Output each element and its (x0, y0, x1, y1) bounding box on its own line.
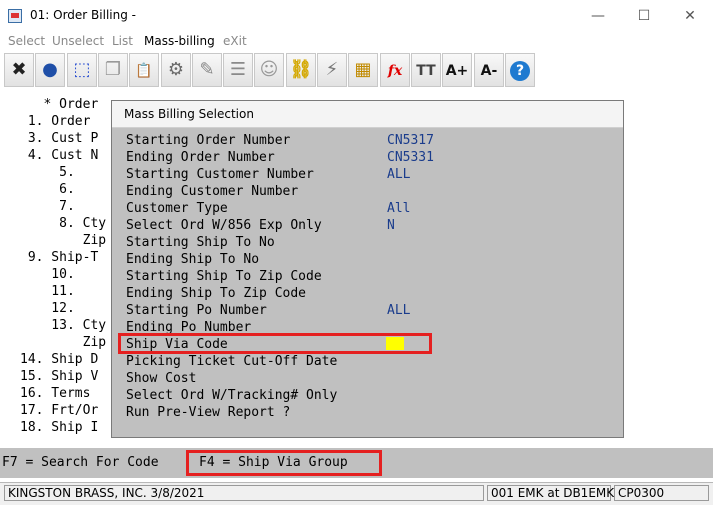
background-field-line: 18. Ship I (20, 420, 99, 435)
calendar-button[interactable]: ▦ (348, 53, 378, 87)
background-field-line: 9. Ship-T (20, 250, 99, 265)
field-value[interactable]: N (387, 217, 395, 234)
toolbar: ✖ ● ⬚ ❐ 📋 ⚙ ✎ ☰ ☺ ⛓ ⚡ ▦ fx TT A+ A-? (0, 52, 713, 90)
dialog-title: Mass Billing Selection (124, 107, 254, 121)
users-icon: ☺ (259, 59, 279, 80)
list-button[interactable]: ☰ (223, 53, 253, 87)
background-field-line: 15. Ship V (20, 369, 99, 384)
font-size-button[interactable]: TT (411, 53, 441, 87)
function-button[interactable]: fx (380, 53, 410, 87)
field-value[interactable]: CN5331 (387, 149, 434, 166)
copy-button[interactable]: ❐ (98, 53, 128, 87)
background-field-line: Zip (20, 335, 107, 350)
select-box-icon: ⬚ (73, 59, 91, 80)
field-value[interactable]: CN5317 (387, 132, 434, 149)
field-label: Starting Ship To Zip Code (126, 269, 322, 284)
copy-icon: ❐ (104, 59, 122, 80)
field-label: Ending Ship To Zip Code (126, 286, 307, 301)
field-label: Ending Customer Number (126, 184, 299, 199)
gear-icon: ⚙ (167, 59, 185, 80)
background-field-line: 16. Terms (20, 386, 91, 401)
field-label: Select Ord W/856 Exp Only (126, 218, 322, 233)
lightning-icon: ⚡ (325, 59, 339, 80)
field-label: Run Pre-View Report ? (126, 405, 291, 420)
maximize-button[interactable]: ☐ (621, 0, 667, 32)
lightning-button[interactable]: ⚡ (317, 53, 347, 87)
field-label: Picking Ticket Cut-Off Date (126, 354, 338, 369)
background-field-line: 17. Frt/Or (20, 403, 99, 418)
dialog-title-bar: Mass Billing Selection (112, 101, 623, 128)
help-icon: ? (510, 61, 530, 81)
status-program: CP0300 (614, 485, 709, 501)
f7-search-hint[interactable]: F7 = Search For Code (2, 455, 159, 470)
edit-button[interactable]: ✎ (192, 53, 222, 87)
menu-list[interactable]: List (112, 34, 133, 48)
background-field-line: 5. (20, 165, 75, 180)
gear-button[interactable]: ⚙ (161, 53, 191, 87)
help-button[interactable]: ? (505, 53, 535, 87)
close-x-button[interactable]: ✖ (4, 53, 34, 87)
menu-unselect[interactable]: Unselect (52, 34, 104, 48)
paste-icon: 📋 (135, 63, 153, 79)
increase-font-button[interactable]: A+ (442, 53, 472, 87)
status-bar: KINGSTON BRASS, INC. 3/8/2021 001 EMK at… (0, 482, 713, 505)
background-field-line: 8. Cty (20, 216, 107, 231)
menu-bar: Select Unselect List Mass-billing eXit (0, 32, 713, 52)
field-label: Starting Ship To No (126, 235, 275, 250)
app-icon (8, 9, 22, 23)
field-label: Show Cost (126, 371, 197, 386)
menu-select[interactable]: Select (8, 34, 45, 48)
select-box-button[interactable]: ⬚ (67, 53, 97, 87)
field-label: Starting Customer Number (126, 167, 314, 182)
background-field-line: 12. (20, 301, 75, 316)
background-field-line: 13. Cty (20, 318, 107, 333)
background-field-line: Zip (20, 233, 107, 248)
window-title: 01: Order Billing - (30, 8, 136, 22)
background-field-line: 10. (20, 267, 75, 282)
background-field-line: 1. Order (20, 114, 91, 129)
field-label: Starting Order Number (126, 133, 291, 148)
background-field-line: 14. Ship D (20, 352, 99, 367)
globe-button[interactable]: ● (35, 53, 65, 87)
close-x-icon: ✖ (11, 59, 27, 80)
increase-font-icon: A+ (445, 63, 469, 79)
background-field-line: 3. Cust P (20, 131, 99, 146)
paste-button[interactable]: 📋 (129, 53, 159, 87)
field-label: Select Ord W/Tracking# Only (126, 388, 338, 403)
field-label: Customer Type (126, 201, 228, 216)
font-size-icon: TT (416, 63, 436, 79)
decrease-font-icon: A- (480, 63, 498, 79)
background-field-line: * Order (20, 97, 99, 112)
menu-mass-billing[interactable]: Mass-billing (144, 34, 215, 48)
status-company-date: KINGSTON BRASS, INC. 3/8/2021 (4, 485, 484, 501)
background-field-line: 6. (20, 182, 75, 197)
edit-icon: ✎ (199, 59, 215, 80)
link-button[interactable]: ⛓ (286, 53, 316, 87)
ship-via-highlight-box (118, 333, 432, 354)
field-label: Starting Po Number (126, 303, 267, 318)
field-label: Ending Ship To No (126, 252, 260, 267)
globe-icon: ● (42, 59, 58, 80)
calendar-icon: ▦ (354, 59, 372, 80)
decrease-font-button[interactable]: A- (474, 53, 504, 87)
field-value[interactable]: All (387, 200, 410, 217)
list-icon: ☰ (229, 59, 247, 80)
menu-exit[interactable]: eXit (223, 34, 247, 48)
field-label: Ending Order Number (126, 150, 275, 165)
users-button[interactable]: ☺ (254, 53, 284, 87)
f4-highlight-box (186, 450, 382, 476)
field-value[interactable]: ALL (387, 166, 410, 183)
field-value[interactable]: ALL (387, 302, 410, 319)
function-icon: fx (387, 63, 403, 79)
status-session: 001 EMK at DB1EMK (487, 485, 614, 501)
background-field-line: 11. (20, 284, 75, 299)
link-icon: ⛓ (289, 59, 313, 80)
minimize-button[interactable]: — (575, 0, 621, 32)
close-button[interactable]: ✕ (667, 0, 713, 32)
background-field-line: 4. Cust N (20, 148, 99, 163)
title-bar: 01: Order Billing - — ☐ ✕ (0, 0, 713, 32)
background-field-line: 7. (20, 199, 75, 214)
